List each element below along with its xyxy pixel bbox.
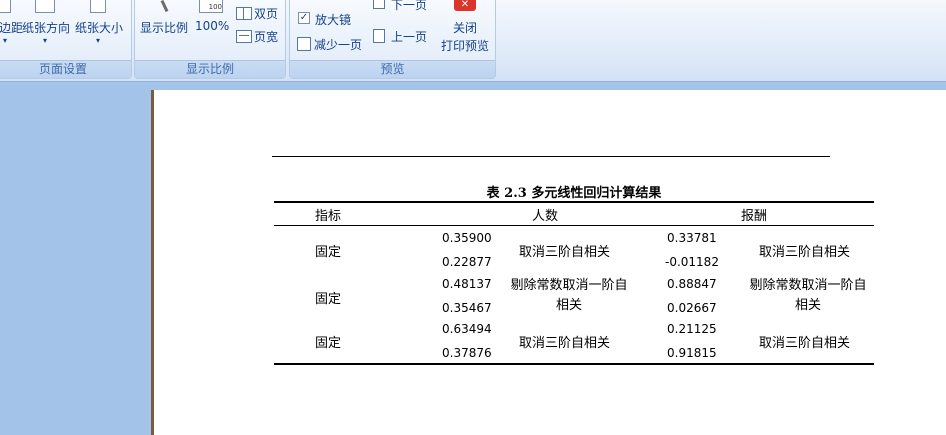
row1-pay-value2: -0.01182 [665, 255, 719, 269]
header-rule [272, 156, 830, 157]
prev-page-button[interactable]: 上一页 [391, 28, 427, 45]
magnifier-label[interactable]: 放大镜 [315, 11, 351, 28]
shrink-one-page-button[interactable]: 减少一页 [314, 36, 362, 53]
paper-size-button[interactable]: 纸张大小 [75, 19, 123, 36]
hundred-percent-button[interactable]: 100% [195, 19, 229, 33]
row2-headcount-value1: 0.48137 [442, 277, 492, 291]
magnifier-zoom-icon [160, 0, 169, 13]
page-width-icon [236, 30, 252, 43]
paper-size-dropdown-icon[interactable]: ▾ [96, 36, 100, 45]
preview-page[interactable]: 表 2.3 多元线性回归计算结果 指标 人数 报酬 固定 0.35900 0.2… [154, 90, 946, 435]
close-preview-button-line2[interactable]: 打印预览 [441, 37, 489, 54]
prev-page-icon [373, 29, 385, 43]
row1-headcount-value1: 0.35900 [442, 231, 492, 245]
row2-pay-note: 剔除常数取消一阶自相关 [749, 278, 867, 313]
zoom-group-label: 显示比例 [135, 60, 285, 78]
row3-headcount-note: 取消三阶自相关 [519, 336, 611, 351]
row1-indicator: 固定 [315, 245, 342, 260]
row2-pay-value1: 0.88847 [667, 277, 717, 291]
row3-indicator: 固定 [315, 336, 342, 351]
zoom-group: 显示比例 100 100% 双页 页宽 显示比例 [134, 0, 286, 79]
row3-headcount-value2: 0.37876 [442, 346, 492, 360]
next-page-button[interactable]: 下一页 [391, 0, 427, 13]
row1-headcount-note: 取消三阶自相关 [519, 245, 611, 260]
workspace-background [0, 82, 153, 435]
ribbon: 边距 ▾ 纸张方向 ▾ 纸张大小 ▾ 页面设置 显示比例 100 100% 双页… [0, 0, 946, 82]
row3-pay-note: 取消三阶自相关 [759, 336, 851, 351]
header-headcount: 人数 [532, 209, 559, 224]
row3-headcount-value1: 0.63494 [442, 322, 492, 336]
orientation-button[interactable]: 纸张方向 [22, 19, 70, 36]
orientation-dropdown-icon[interactable]: ▾ [43, 36, 47, 45]
row1-pay-value1: 0.33781 [667, 231, 717, 245]
two-pages-icon [236, 7, 252, 20]
preview-group: ✓ 放大镜 减少一页 下一页 上一页 ✕ 关闭 打印预览 预览 [289, 0, 496, 79]
row2-headcount-value2: 0.35467 [442, 301, 492, 315]
margins-button[interactable]: 边距 [0, 19, 23, 36]
close-preview-icon: ✕ [454, 0, 476, 11]
row1-headcount-value2: 0.22877 [442, 255, 492, 269]
page-width-button[interactable]: 页宽 [254, 28, 278, 45]
next-page-icon [373, 0, 385, 9]
header-indicator: 指标 [315, 209, 342, 224]
margins-icon [0, 0, 11, 13]
close-preview-button-line1[interactable]: 关闭 [453, 19, 477, 36]
zoom-button[interactable]: 显示比例 [140, 19, 188, 36]
magnifier-checkbox[interactable]: ✓ [298, 12, 310, 24]
shrink-one-page-icon [297, 37, 311, 51]
orientation-icon [35, 0, 55, 13]
row3-pay-value2: 0.91815 [667, 346, 717, 360]
table-header-rule [274, 225, 874, 226]
row2-pay-value2: 0.02667 [667, 301, 717, 315]
page-setup-group-label: 页面设置 [0, 60, 131, 78]
two-pages-button[interactable]: 双页 [254, 5, 278, 22]
row3-pay-value1: 0.21125 [667, 322, 717, 336]
row2-headcount-note: 剔除常数取消一阶自相关 [510, 278, 628, 313]
margins-dropdown-icon[interactable]: ▾ [3, 36, 7, 45]
row1-pay-note: 取消三阶自相关 [759, 245, 851, 260]
header-pay: 报酬 [741, 209, 768, 224]
row2-indicator: 固定 [315, 292, 342, 307]
table-title: 表 2.3 多元线性回归计算结果 [486, 186, 662, 201]
preview-group-label: 预览 [290, 60, 495, 78]
hundred-percent-icon: 100 [199, 0, 223, 13]
paper-size-icon [90, 0, 106, 13]
table-bottom-rule [274, 363, 874, 365]
table-top-rule [274, 201, 874, 203]
page-setup-group: 边距 ▾ 纸张方向 ▾ 纸张大小 ▾ 页面设置 [0, 0, 132, 79]
